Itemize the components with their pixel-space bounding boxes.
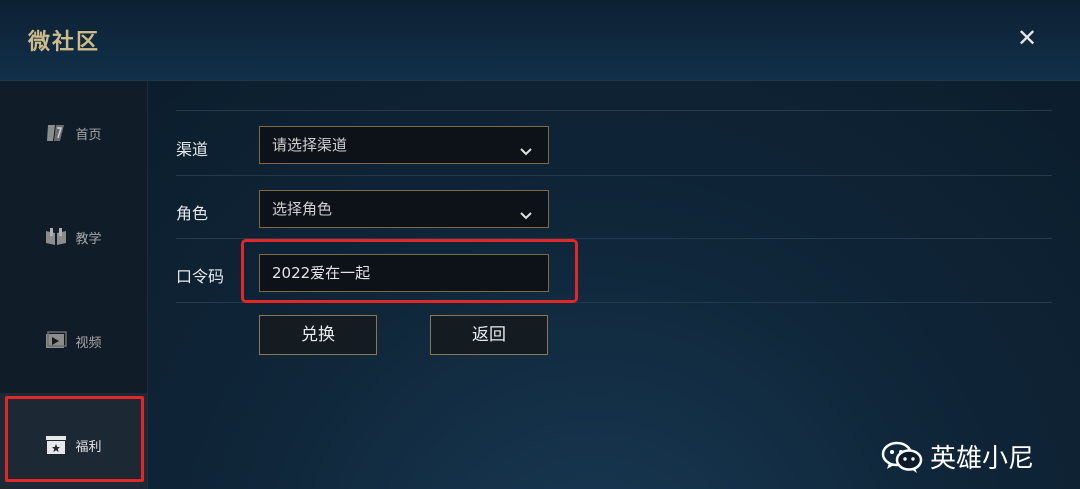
sidebar-item-video[interactable]: 视频 bbox=[0, 289, 147, 393]
chevron-down-icon bbox=[518, 136, 534, 156]
home-icon bbox=[45, 123, 67, 143]
chevron-down-icon bbox=[518, 200, 534, 220]
watermark-text: 英雄小尼 bbox=[930, 444, 1035, 474]
divider bbox=[176, 110, 1052, 111]
redeem-button[interactable]: 兑换 bbox=[259, 315, 377, 355]
video-icon bbox=[45, 331, 68, 351]
wechat-icon bbox=[880, 440, 924, 474]
code-label: 口令码 bbox=[176, 267, 225, 286]
title-bar: 微社区 ✕ bbox=[0, 0, 1080, 81]
sidebar-item-label: 首页 bbox=[75, 127, 102, 143]
sidebar-item-home[interactable]: 首页 bbox=[0, 81, 147, 185]
channel-select-value: 请选择渠道 bbox=[272, 136, 348, 154]
book-icon bbox=[45, 227, 67, 247]
highlight-box-sidebar bbox=[5, 396, 144, 482]
sidebar-item-label: 教学 bbox=[75, 231, 102, 247]
close-icon[interactable]: ✕ bbox=[1013, 24, 1041, 52]
highlight-box-code bbox=[241, 239, 578, 303]
divider bbox=[176, 175, 1052, 176]
role-label: 角色 bbox=[176, 204, 209, 223]
watermark: 英雄小尼 bbox=[880, 438, 1034, 475]
channel-label: 渠道 bbox=[176, 140, 209, 159]
channel-select[interactable]: 请选择渠道 bbox=[259, 126, 549, 164]
window-title: 微社区 bbox=[28, 30, 101, 55]
sidebar-item-tutorial[interactable]: 教学 bbox=[0, 185, 147, 289]
app-window: 微社区 ✕ 首页 教学 视频 福利 渠道 请选择渠道 角色 选择角色 口令码 2… bbox=[0, 0, 1080, 489]
role-select[interactable]: 选择角色 bbox=[259, 190, 549, 228]
role-select-value: 选择角色 bbox=[272, 200, 333, 218]
sidebar-item-label: 视频 bbox=[75, 335, 102, 351]
back-button[interactable]: 返回 bbox=[430, 315, 548, 355]
